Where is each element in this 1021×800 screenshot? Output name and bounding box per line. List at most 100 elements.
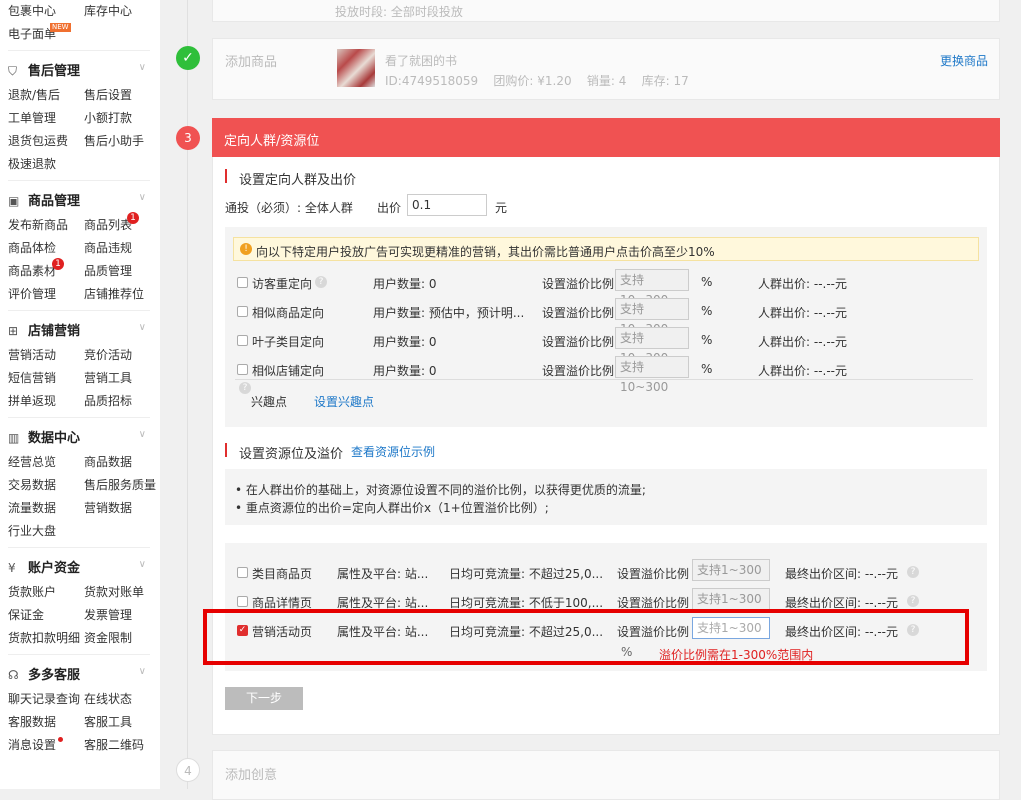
sidebar-link[interactable]: 聊天记录查询: [8, 690, 80, 707]
chevron-down-icon[interactable]: ∨: [139, 192, 146, 203]
sidebar-link[interactable]: 货款账户: [8, 583, 56, 600]
sidebar-link[interactable]: 客服二维码: [84, 736, 144, 753]
sidebar-link[interactable]: 营销数据: [84, 499, 132, 516]
ratio-input[interactable]: 支持10~300: [615, 327, 689, 365]
sidebar-link[interactable]: 退款/售后: [8, 86, 60, 103]
sidebar-link[interactable]: 行业大盘: [8, 522, 56, 539]
ratio-input[interactable]: 支持1~300: [692, 588, 770, 610]
resource-attr: 属性及平台: 站...: [337, 567, 429, 581]
sidebar-link[interactable]: 商品列表: [84, 216, 132, 233]
sidebar-link[interactable]: 包裹中心: [8, 2, 56, 19]
yen-icon: ¥: [8, 561, 16, 575]
schedule-text: 投放时段: 全部时段投放: [335, 5, 463, 19]
sidebar-group-package[interactable]: ▣ 商品管理 ∨: [8, 190, 150, 212]
user-count: 用户数量: 0: [373, 335, 437, 349]
sidebar-divider: [8, 547, 150, 548]
sidebar-link[interactable]: 品质管理: [84, 262, 132, 279]
sidebar-link[interactable]: 极速退款: [8, 155, 56, 172]
sidebar-group-headset[interactable]: ☊ 多多客服 ∨: [8, 664, 150, 686]
sidebar-link[interactable]: 竞价活动: [84, 346, 132, 363]
tips-panel: • 在人群出价的基础上，对资源位设置不同的溢价比例，以获得更优质的流量; • 重点…: [225, 469, 987, 525]
interest-link[interactable]: 设置兴趣点: [314, 393, 374, 410]
sidebar-link[interactable]: 经营总览: [8, 453, 56, 470]
sidebar-group-title: 多多客服: [28, 668, 81, 683]
sidebar-link[interactable]: 售后服务质量: [84, 476, 156, 493]
chevron-down-icon[interactable]: ∨: [139, 559, 146, 570]
sidebar-link[interactable]: 工单管理: [8, 109, 56, 126]
sidebar-link[interactable]: 营销活动: [8, 346, 56, 363]
sidebar-link[interactable]: 电子面单: [8, 25, 56, 42]
help-icon[interactable]: ?: [315, 276, 327, 288]
bid-input[interactable]: 0.1: [407, 194, 487, 216]
chevron-down-icon[interactable]: ∨: [139, 666, 146, 677]
checkbox[interactable]: [237, 306, 248, 317]
highlight-box: [203, 609, 969, 665]
crowd-price: 人群出价: --.--元: [758, 335, 847, 349]
chevron-down-icon[interactable]: ∨: [139, 322, 146, 333]
help-icon[interactable]: ?: [239, 382, 251, 394]
sidebar-link[interactable]: 资金限制: [84, 629, 132, 646]
sidebar-link[interactable]: 流量数据: [8, 499, 56, 516]
checkbox[interactable]: [237, 277, 248, 288]
section2-title: 设置资源位及溢价: [239, 447, 344, 462]
sidebar-group-bar-chart[interactable]: ▥ 数据中心 ∨: [8, 427, 150, 449]
count-badge: 1: [127, 212, 139, 224]
sidebar-link[interactable]: 保证金: [8, 606, 44, 623]
next-step-button[interactable]: 下一步: [225, 687, 303, 710]
sidebar-link[interactable]: 营销工具: [84, 369, 132, 386]
sidebar-link[interactable]: 客服数据: [8, 713, 56, 730]
ratio-input[interactable]: 支持10~300: [615, 356, 689, 394]
sidebar-link[interactable]: 商品数据: [84, 453, 132, 470]
sidebar-link[interactable]: 库存中心: [84, 2, 132, 19]
user-count: 用户数量: 0: [373, 277, 437, 291]
sidebar-divider: [8, 654, 150, 655]
ratio-input[interactable]: 支持10~300: [615, 298, 689, 336]
help-icon[interactable]: ?: [907, 595, 919, 607]
sidebar-group-yen[interactable]: ¥ 账户资金 ∨: [8, 557, 150, 579]
sidebar-link[interactable]: 消息设置: [8, 736, 56, 753]
resource-example-link[interactable]: 查看资源位示例: [351, 443, 435, 460]
ratio-label: 设置溢价比例: [617, 567, 690, 581]
target-name: 相似商品定向: [252, 306, 325, 320]
sidebar-link[interactable]: 货款扣款明细: [8, 629, 80, 646]
ratio-input[interactable]: 支持10~300: [615, 269, 689, 307]
sidebar-link[interactable]: 客服工具: [84, 713, 132, 730]
checkbox[interactable]: [237, 335, 248, 346]
sidebar-group-title: 数据中心: [28, 431, 81, 446]
sidebar-link[interactable]: 小额打款: [84, 109, 132, 126]
sidebar-link[interactable]: 品质招标: [84, 392, 132, 409]
final-price: 最终出价区间: --.--元: [785, 567, 898, 581]
step3-title: 定向人群/资源位: [224, 134, 320, 149]
ratio-input[interactable]: 支持1~300: [692, 559, 770, 581]
sidebar-group-title: 账户资金: [28, 561, 81, 576]
checkbox[interactable]: [237, 596, 248, 607]
sidebar-link[interactable]: 评价管理: [8, 285, 56, 302]
checkbox[interactable]: [237, 567, 248, 578]
sidebar-link[interactable]: 拼单返现: [8, 392, 56, 409]
help-icon[interactable]: ?: [907, 566, 919, 578]
sidebar-link[interactable]: 售后小助手: [84, 132, 144, 149]
sidebar-link[interactable]: 货款对账单: [84, 583, 144, 600]
chevron-down-icon[interactable]: ∨: [139, 62, 146, 73]
step3-card: 定向人群/资源位 设置定向人群及出价 通投（必须）: 全体人群 出价 0.1 元…: [203, 118, 1000, 735]
sidebar-link[interactable]: 在线状态: [84, 690, 132, 707]
sidebar-group-gift[interactable]: ⊞ 店铺营销 ∨: [8, 320, 150, 342]
sidebar-link[interactable]: 发布新商品: [8, 216, 68, 233]
sidebar-link[interactable]: 商品违规: [84, 239, 132, 256]
sidebar-link[interactable]: 售后设置: [84, 86, 132, 103]
sidebar-link[interactable]: 商品素材: [8, 262, 56, 279]
sidebar-link[interactable]: 短信营销: [8, 369, 56, 386]
chevron-down-icon[interactable]: ∨: [139, 429, 146, 440]
sidebar-link[interactable]: 发票管理: [84, 606, 132, 623]
step-timeline: [187, 0, 188, 789]
sidebar-divider: [8, 310, 150, 311]
sidebar-link[interactable]: 商品体检: [8, 239, 56, 256]
sidebar-group-title: 商品管理: [28, 194, 81, 209]
sidebar-group-shield[interactable]: ⛉ 售后管理 ∨: [8, 60, 150, 82]
sidebar-link[interactable]: 店铺推荐位: [84, 285, 144, 302]
change-product-link[interactable]: 更换商品: [940, 52, 988, 69]
checkbox[interactable]: [237, 364, 248, 375]
sidebar-link[interactable]: 交易数据: [8, 476, 56, 493]
ratio-label: 设置溢价比例: [542, 364, 615, 378]
sidebar-link[interactable]: 退货包运费: [8, 132, 68, 149]
